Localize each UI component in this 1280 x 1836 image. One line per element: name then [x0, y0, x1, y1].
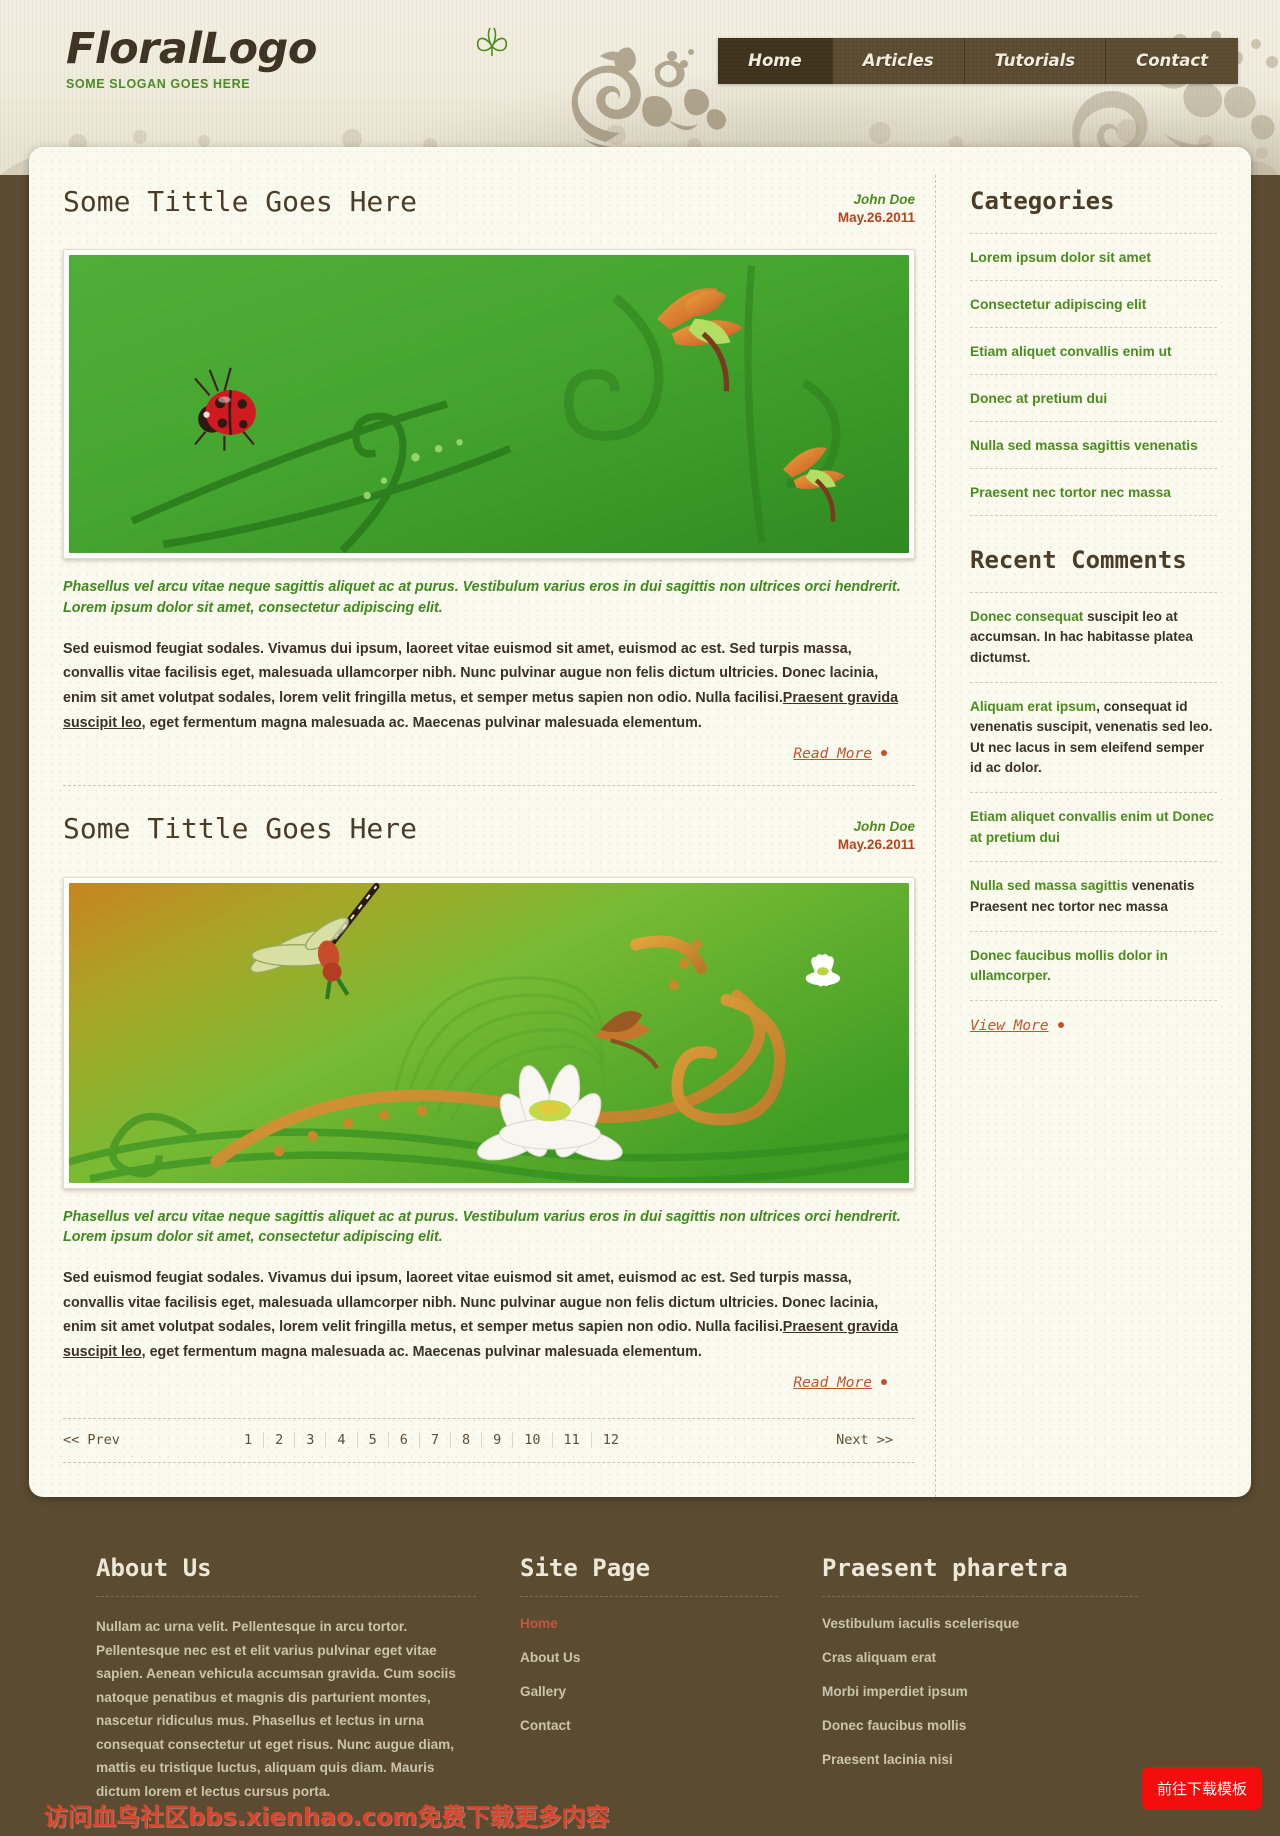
- read-more-dot-icon: [881, 1379, 887, 1386]
- read-more-dot-icon: [881, 750, 887, 757]
- footer-praesent-title: Praesent pharetra: [822, 1554, 1138, 1597]
- footer-link-about-us[interactable]: About Us: [520, 1650, 778, 1665]
- footer-praesent-link[interactable]: Cras aliquam erat: [822, 1650, 1138, 1665]
- footer-about-column: About Us Nullam ac urna velit. Pellentes…: [96, 1554, 520, 1806]
- article-date: May.26.2011: [837, 210, 915, 226]
- butterfly-icon: [476, 27, 508, 56]
- article-image-frame[interactable]: [63, 876, 915, 1189]
- footer-about-title: About Us: [96, 1554, 476, 1597]
- download-template-button[interactable]: 前往下载模板: [1141, 1767, 1262, 1810]
- site-footer: About Us Nullam ac urna velit. Pellentes…: [0, 1496, 1280, 1836]
- view-more-row: View More: [970, 1001, 1217, 1035]
- comment-highlight: Donec faucibus mollis dolor in ullamcorp…: [970, 947, 1168, 984]
- page-3[interactable]: 3: [295, 1432, 327, 1449]
- comment-highlight: Nulla sed massa sagittis: [970, 878, 1132, 894]
- footer-link-contact[interactable]: Contact: [520, 1718, 778, 1733]
- article-body-part2: , eget fermentum magna malesuada ac. Mae…: [141, 1343, 702, 1360]
- pagination[interactable]: << Prev 1 2 3 4 5 6 7 8 9 10 11 12 Next …: [63, 1418, 915, 1464]
- comment-item[interactable]: Aliquam erat ipsum, consequat id venenat…: [970, 683, 1217, 794]
- page-4[interactable]: 4: [326, 1432, 358, 1449]
- footer-about-text: Nullam ac urna velit. Pellentesque in ar…: [96, 1619, 456, 1799]
- view-more-link[interactable]: View More: [970, 1018, 1049, 1034]
- main-column: Some Tittle Goes Here John Doe May.26.20…: [63, 175, 935, 1497]
- footer-praesent-column: Praesent pharetra Vestibulum iaculis sce…: [822, 1554, 1182, 1806]
- view-more-dot-icon: [1057, 1022, 1064, 1029]
- logo-slogan: SOME SLOGAN GOES HERE: [66, 77, 251, 91]
- article-header: Some Tittle Goes Here John Doe May.26.20…: [63, 812, 915, 854]
- article-body: Sed euismod feugiat sodales. Vivamus dui…: [63, 637, 915, 735]
- pagination-numbers[interactable]: 1 2 3 4 5 6 7 8 9 10 11 12: [233, 1432, 630, 1449]
- pagination-prev[interactable]: << Prev: [63, 1432, 233, 1448]
- footer-praesent-link[interactable]: Donec faucibus mollis: [822, 1718, 1138, 1733]
- comment-item[interactable]: Nulla sed massa sagittis venenatis Praes…: [970, 862, 1217, 932]
- nav-item-contact[interactable]: Contact: [1106, 38, 1238, 84]
- article-header: Some Tittle Goes Here John Doe May.26.20…: [63, 185, 915, 227]
- footer-praesent-link[interactable]: Morbi imperdiet ipsum: [822, 1684, 1138, 1699]
- read-more-link[interactable]: Read More: [793, 746, 872, 762]
- sidebar: Categories Lorem ipsum dolor sit amet Co…: [935, 175, 1217, 1497]
- category-item[interactable]: Praesent nec tortor nec massa: [970, 469, 1217, 516]
- nav-item-articles[interactable]: Articles: [832, 38, 965, 84]
- logo-title: FloralLogo: [66, 24, 317, 74]
- page-5[interactable]: 5: [358, 1432, 389, 1449]
- page-10[interactable]: 10: [513, 1432, 553, 1449]
- categories-title: Categories: [970, 187, 1217, 234]
- page-2[interactable]: 2: [264, 1432, 296, 1449]
- article-author: John Doe: [853, 192, 915, 207]
- category-item[interactable]: Etiam aliquet convallis enim ut: [970, 328, 1217, 375]
- nav-item-tutorials[interactable]: Tutorials: [964, 38, 1107, 84]
- main-navigation[interactable]: Home Articles Tutorials Contact: [718, 38, 1238, 84]
- nav-item-home[interactable]: Home: [718, 38, 833, 84]
- article-title: Some Tittle Goes Here: [63, 812, 418, 846]
- page-9[interactable]: 9: [482, 1432, 514, 1449]
- article-title: Some Tittle Goes Here: [63, 185, 418, 218]
- footer-link-home[interactable]: Home: [520, 1616, 778, 1631]
- article-body: Sed euismod feugiat sodales. Vivamus dui…: [63, 1266, 915, 1364]
- comment-highlight: Etiam aliquet convallis enim ut Donec at…: [970, 809, 1214, 845]
- article-2: Some Tittle Goes Here John Doe May.26.20…: [63, 786, 915, 1392]
- category-item[interactable]: Lorem ipsum dolor sit amet: [970, 234, 1217, 281]
- article-body-part2: , eget fermentum magna malesuada ac. Mae…: [141, 714, 702, 731]
- ladybug-grass-illustration: [69, 255, 909, 554]
- footer-link-gallery[interactable]: Gallery: [520, 1684, 778, 1699]
- page-11[interactable]: 11: [553, 1432, 592, 1449]
- dragonfly-lotus-illustration: [69, 882, 909, 1183]
- article-image-frame[interactable]: [63, 249, 915, 560]
- article-meta: John Doe May.26.2011: [838, 812, 915, 854]
- comment-item[interactable]: Donec consequat suscipit leo at accumsan…: [970, 593, 1217, 683]
- page-8[interactable]: 8: [451, 1432, 483, 1449]
- pagination-next[interactable]: Next >>: [630, 1432, 915, 1448]
- page-1[interactable]: 1: [233, 1432, 265, 1449]
- article-excerpt: Phasellus vel arcu vitae neque sagittis …: [63, 579, 901, 617]
- read-more-link[interactable]: Read More: [793, 1375, 872, 1391]
- page-12[interactable]: 12: [592, 1432, 630, 1448]
- category-item[interactable]: Consectetur adipiscing elit: [970, 281, 1217, 328]
- comment-highlight: Donec consequat: [970, 608, 1088, 624]
- comment-item[interactable]: Donec faucibus mollis dolor in ullamcorp…: [970, 932, 1217, 1002]
- page-7[interactable]: 7: [420, 1432, 451, 1449]
- comment-item[interactable]: Etiam aliquet convallis enim ut Donec at…: [970, 793, 1217, 863]
- footer-praesent-link[interactable]: Praesent lacinia nisi: [822, 1752, 1138, 1767]
- widget-recent-comments: Recent Comments Donec consequat suscipit…: [970, 546, 1217, 1036]
- content-panel: Some Tittle Goes Here John Doe May.26.20…: [29, 147, 1251, 1497]
- page-6[interactable]: 6: [389, 1432, 420, 1449]
- article-body-part1: Sed euismod feugiat sodales. Vivamus dui…: [63, 640, 879, 707]
- article-excerpt: Phasellus vel arcu vitae neque sagittis …: [63, 1208, 901, 1246]
- widget-categories: Categories Lorem ipsum dolor sit amet Co…: [970, 187, 1217, 516]
- article-body-part1: Sed euismod feugiat sodales. Vivamus dui…: [63, 1270, 879, 1336]
- comment-highlight: Aliquam erat ipsum: [970, 698, 1097, 714]
- category-item[interactable]: Donec at pretium dui: [970, 375, 1217, 422]
- category-item[interactable]: Nulla sed massa sagittis venenatis: [970, 422, 1217, 469]
- footer-sitepage-title: Site Page: [520, 1554, 778, 1597]
- site-logo[interactable]: FloralLogo SOME SLOGAN GOES HERE: [66, 24, 317, 92]
- article-meta: John Doe May.26.2011: [838, 185, 915, 227]
- article-1: Some Tittle Goes Here John Doe May.26.20…: [63, 175, 915, 787]
- article-date: May.26.2011: [837, 837, 915, 853]
- read-more-row-1: Read More: [63, 745, 915, 763]
- footer-praesent-link[interactable]: Vestibulum iaculis scelerisque: [822, 1616, 1138, 1631]
- recent-comments-title: Recent Comments: [970, 546, 1217, 593]
- read-more-row-2: Read More: [63, 1374, 915, 1392]
- article-author: John Doe: [853, 819, 915, 835]
- footer-sitepage-column: Site Page Home About Us Gallery Contact: [520, 1554, 822, 1806]
